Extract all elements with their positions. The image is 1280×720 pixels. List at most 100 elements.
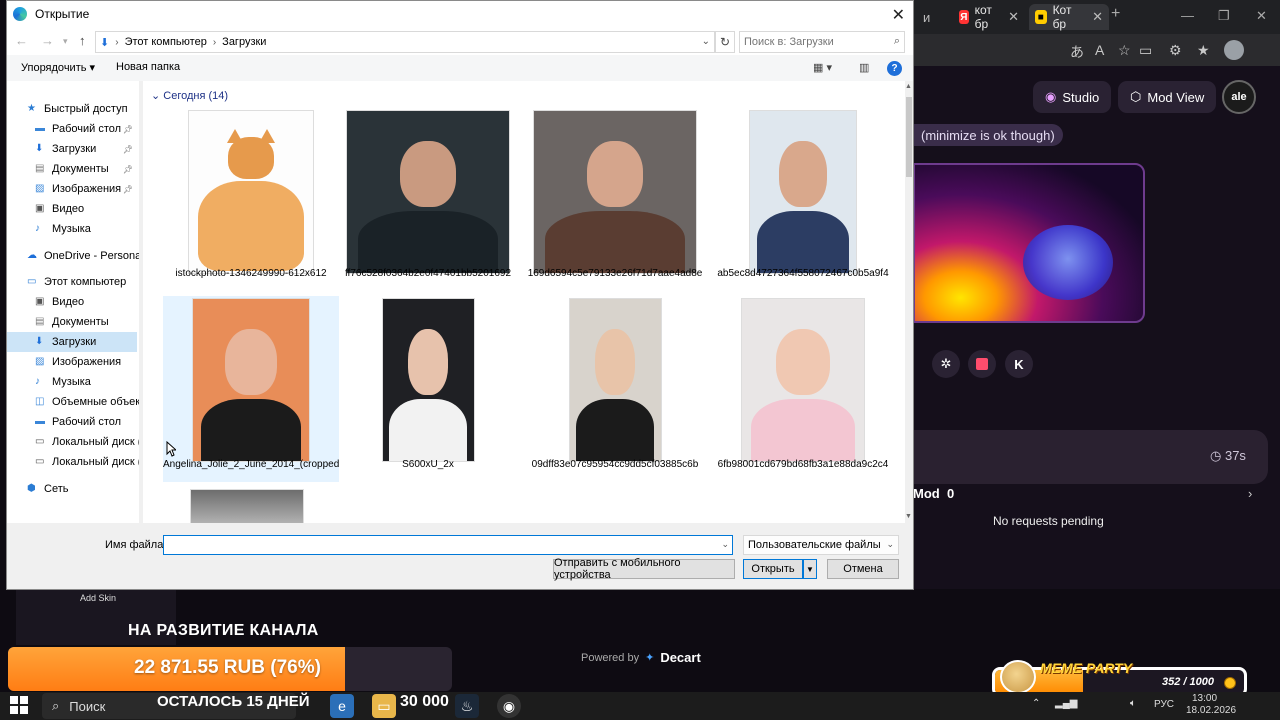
recent-dropdown-icon[interactable]: ▾ bbox=[63, 36, 68, 47]
vertical-scrollbar[interactable]: ▲ ▼ bbox=[905, 81, 913, 523]
collections-icon[interactable]: ★ bbox=[1197, 42, 1210, 59]
donation-amount: 22 871.55 RUB (76%) bbox=[134, 657, 321, 678]
breadcrumb-downloads[interactable]: Загрузки bbox=[222, 36, 266, 48]
sidebar-item-label: Локальный диск (C bbox=[52, 436, 139, 448]
browser-tab-partial[interactable]: и bbox=[913, 4, 953, 30]
file-thumbnail bbox=[193, 299, 309, 461]
scroll-down-icon[interactable]: ▼ bbox=[905, 513, 912, 520]
sidebar-item[interactable]: ♪ Музыка bbox=[7, 219, 137, 239]
edge-taskbar-icon[interactable]: e bbox=[330, 694, 354, 718]
language-indicator[interactable]: РУС bbox=[1154, 699, 1174, 710]
extensions-icon[interactable]: ⚙ bbox=[1169, 42, 1182, 59]
sidebar-item[interactable]: ▤ Документы 📌︎ bbox=[7, 159, 137, 179]
pin-icon: 📌︎ bbox=[122, 124, 133, 134]
pin-icon: 📌︎ bbox=[122, 144, 133, 154]
network-tray-icon[interactable]: ▂▄▆ bbox=[1055, 698, 1077, 709]
sidebar-item[interactable]: ☁ OneDrive - Personal bbox=[7, 246, 139, 266]
file-item[interactable]: 169d6594c5e79133e26f71d7aae4ad8e bbox=[527, 108, 703, 294]
sidebar-item[interactable]: ⬢ Сеть bbox=[7, 479, 137, 499]
open-dropdown-button[interactable]: ▼ bbox=[803, 559, 817, 579]
new-tab-icon[interactable]: + bbox=[1111, 5, 1120, 23]
group-header[interactable]: ⌄ Сегодня (14) bbox=[151, 89, 228, 102]
search-input[interactable] bbox=[744, 32, 884, 52]
refresh-button[interactable]: ↻ bbox=[715, 31, 735, 53]
k-button[interactable]: K bbox=[1005, 350, 1033, 378]
file-item[interactable]: istockphoto-1346249990-612x612 bbox=[163, 108, 339, 294]
file-item[interactable]: Angelina_Jolie_2_June_2014_(cropped) bbox=[163, 296, 339, 482]
mod-view-button[interactable]: ⬡ Mod View bbox=[1118, 81, 1217, 113]
obs-taskbar-icon[interactable]: ◉ bbox=[497, 694, 521, 718]
channel-logo[interactable]: ale bbox=[1222, 80, 1256, 114]
sidebar-item[interactable]: ▨ Изображения bbox=[7, 352, 137, 372]
browser-tab-1[interactable]: Я кот бр ✕ bbox=[953, 3, 1025, 31]
sidebar-item[interactable]: ⬇ Загрузки bbox=[7, 332, 137, 352]
breadcrumb-computer[interactable]: Этот компьютер bbox=[125, 36, 207, 48]
help-icon[interactable]: ? bbox=[887, 61, 902, 76]
sidebar-item[interactable]: ▣ Видео bbox=[7, 292, 137, 312]
file-item[interactable]: 6fb98001cd679bd68fb3a1e88da9c2c4 bbox=[715, 296, 891, 482]
chevron-right-icon[interactable]: › bbox=[1248, 486, 1252, 501]
media-icon[interactable]: ▭ bbox=[1139, 42, 1152, 59]
sidebar-item[interactable]: ▭ Локальный диск (C bbox=[7, 432, 139, 452]
translate-icon[interactable]: あ bbox=[1070, 42, 1084, 62]
address-bar[interactable]: ⬇ › Этот компьютер › Загрузки ⌄ bbox=[95, 31, 715, 53]
sidebar-item[interactable]: ▬ Рабочий стол 📌︎ bbox=[7, 119, 137, 139]
stop-button[interactable] bbox=[968, 350, 996, 378]
file-item[interactable]: ff76c528f0364b2e0f47401bb5201692 bbox=[340, 108, 516, 294]
window-close-icon[interactable]: ✕ bbox=[1256, 8, 1267, 24]
file-thumbnail bbox=[742, 299, 864, 461]
sidebar-item[interactable]: ▤ Документы bbox=[7, 312, 137, 332]
steam-taskbar-icon[interactable]: ♨ bbox=[455, 694, 479, 718]
explorer-taskbar-icon[interactable]: ▭ bbox=[372, 694, 396, 718]
read-aloud-icon[interactable]: A bbox=[1095, 42, 1104, 58]
send-from-mobile-button[interactable]: Отправить с мобильного устройства bbox=[553, 557, 735, 581]
up-arrow-icon[interactable]: ↑ bbox=[79, 33, 86, 48]
filename-input[interactable] bbox=[167, 536, 717, 554]
tray-arrow-icon[interactable]: ⌃ bbox=[1032, 698, 1040, 709]
studio-button[interactable]: ◉ Studio bbox=[1033, 81, 1112, 113]
file-thumbnail-partial[interactable] bbox=[191, 490, 303, 523]
effects-button[interactable]: ✲ bbox=[932, 350, 960, 378]
filename-field[interactable]: ⌄ bbox=[163, 535, 733, 555]
maximize-icon[interactable]: ❐ bbox=[1218, 8, 1230, 24]
sidebar-item[interactable]: ♪ Музыка bbox=[7, 372, 137, 392]
sidebar-item[interactable]: ★ Быстрый доступ bbox=[7, 99, 137, 119]
promo-title: НА РАЗВИТИЕ КАНАЛА bbox=[128, 622, 319, 639]
sidebar-item[interactable]: ▭ Этот компьютер bbox=[7, 272, 137, 292]
cancel-button[interactable]: Отмена bbox=[827, 559, 899, 579]
sidebar-item[interactable]: ◫ Объемные объекты bbox=[7, 392, 139, 412]
profile-avatar[interactable] bbox=[1224, 40, 1244, 60]
chevron-down-icon[interactable]: ⌄ bbox=[721, 539, 729, 550]
scroll-up-icon[interactable]: ▲ bbox=[905, 83, 912, 90]
volume-icon[interactable]: 🔈︎ bbox=[1130, 698, 1136, 709]
organize-button[interactable]: Упорядочить ▾ bbox=[21, 61, 95, 74]
view-options-icon[interactable]: ▦ ▾ bbox=[813, 61, 832, 74]
sidebar-item[interactable]: ▣ Видео bbox=[7, 199, 137, 219]
chevron-down-icon: ⌄ bbox=[151, 90, 164, 102]
close-icon[interactable]: ✕ bbox=[892, 5, 905, 25]
forward-arrow-icon[interactable]: → bbox=[41, 33, 54, 48]
close-icon[interactable]: ✕ bbox=[1008, 9, 1019, 25]
minimize-icon[interactable]: — bbox=[1181, 8, 1194, 23]
sidebar-item[interactable]: ▭ Локальный диск (D bbox=[7, 452, 139, 472]
file-item[interactable]: S600xU_2x bbox=[340, 296, 516, 482]
open-button[interactable]: Открыть bbox=[743, 559, 803, 579]
close-icon[interactable]: ✕ bbox=[1092, 9, 1103, 25]
sidebar-item[interactable]: ▬ Рабочий стол bbox=[7, 412, 137, 432]
file-item[interactable]: 09dff83e07c95954cc9dd5cf03885c6b bbox=[527, 296, 703, 482]
folder-search[interactable]: ⌕ bbox=[739, 31, 905, 53]
preview-pane-icon[interactable]: ▥ bbox=[859, 61, 869, 74]
new-folder-button[interactable]: Новая папка bbox=[116, 61, 180, 73]
filetype-select[interactable]: Пользовательские файлы ⌄ bbox=[743, 535, 899, 555]
scroll-thumb[interactable] bbox=[906, 97, 912, 177]
windows-start-icon[interactable] bbox=[10, 696, 28, 714]
browser-tab-2[interactable]: ■ Кот бр ✕ bbox=[1029, 3, 1109, 31]
sidebar-item[interactable]: ▨ Изображения 📌︎ bbox=[7, 179, 137, 199]
sidebar-item-label: Рабочий стол bbox=[52, 416, 122, 428]
sidebar-item[interactable]: ⬇ Загрузки 📌︎ bbox=[7, 139, 137, 159]
back-arrow-icon[interactable]: ← bbox=[15, 33, 28, 48]
file-item[interactable]: ab5ec8d4727364f558072467c0b5a9f4 bbox=[715, 108, 891, 294]
favorite-star-icon[interactable]: ☆ bbox=[1118, 42, 1131, 59]
video-preview[interactable] bbox=[913, 163, 1145, 323]
chevron-down-icon[interactable]: ⌄ bbox=[702, 36, 710, 47]
